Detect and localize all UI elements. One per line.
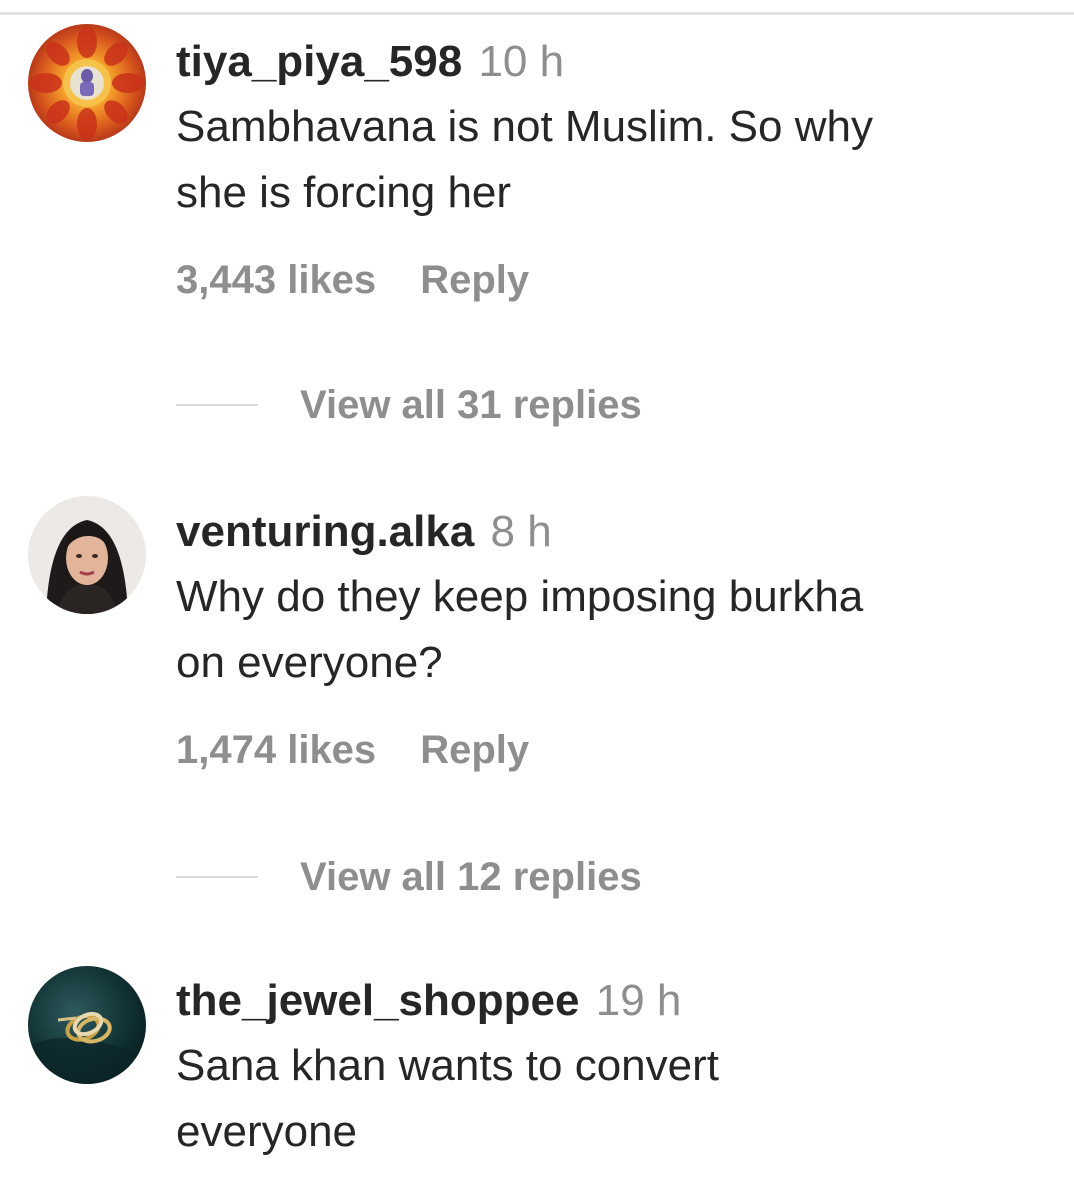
comment-username[interactable]: the_jewel_shoppee [176, 976, 579, 1025]
avatar-image [28, 24, 146, 142]
top-divider [0, 12, 1074, 15]
view-replies-button[interactable]: View all 31 replies [176, 381, 642, 429]
comment-actions: 1,474 likes Reply [176, 726, 1056, 774]
rings-avatar[interactable] [28, 966, 146, 1084]
reply-button[interactable]: Reply [420, 728, 529, 772]
avatar-image [28, 966, 146, 1084]
comment-text-line: she is forcing her [176, 168, 512, 217]
reply-button[interactable]: Reply [420, 258, 529, 302]
likes-count[interactable]: 1,474 likes [176, 728, 376, 772]
comment-text-line: Sana khan wants to convert [176, 1041, 719, 1090]
comment-actions: 3,443 likes Reply [176, 256, 1056, 304]
view-replies-label: View all 12 replies [300, 854, 642, 899]
comment-text: Sambhavana is not Muslim. So why she is … [176, 94, 1056, 226]
replies-divider-line [176, 404, 258, 406]
likes-count[interactable]: 3,443 likes [176, 258, 376, 302]
comment-text: Sana khan wants to convert everyone [176, 1033, 1056, 1165]
comment-text-line: Sambhavana is not Muslim. So why [176, 102, 873, 151]
comment-timestamp: 8 h [490, 507, 552, 556]
comment-username[interactable]: venturing.alka [176, 507, 474, 556]
comment-username[interactable]: tiya_piya_598 [176, 37, 462, 86]
view-replies-label: View all 31 replies [300, 382, 642, 427]
floral-mandala-avatar[interactable] [28, 24, 146, 142]
comment-timestamp: 19 h [595, 976, 682, 1025]
avatar-image [28, 496, 146, 614]
replies-divider-line [176, 876, 258, 878]
view-replies-button[interactable]: View all 12 replies [176, 853, 642, 901]
comment-text-line: on everyone? [176, 638, 443, 687]
woman-portrait-avatar[interactable] [28, 496, 146, 614]
comment-timestamp: 10 h [478, 37, 565, 86]
comment-text: Why do they keep imposing burkha on ever… [176, 564, 1056, 696]
comment-text-line: everyone [176, 1107, 358, 1156]
comment-text-line: Why do they keep imposing burkha [176, 572, 864, 621]
